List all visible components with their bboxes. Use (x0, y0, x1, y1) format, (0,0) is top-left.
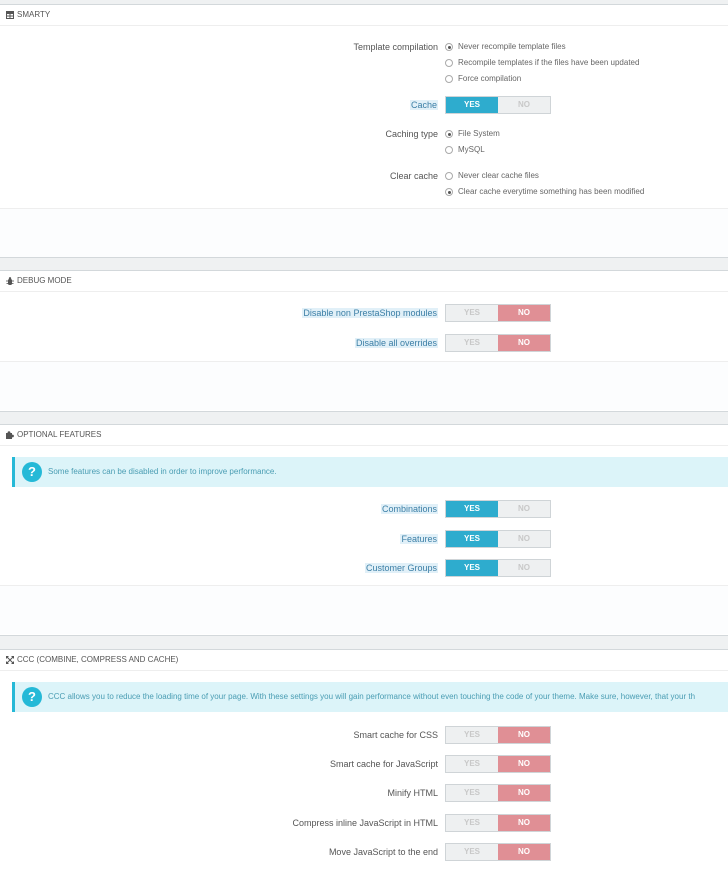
features-label: Features (400, 533, 438, 545)
clear-cache-label: Clear cache (389, 171, 438, 181)
disable-modules-label: Disable non PrestaShop modules (302, 307, 438, 319)
compress-inline-js-switch[interactable]: YES NO (445, 814, 551, 832)
cache-switch[interactable]: YES NO (445, 96, 551, 114)
alert-text: Some features can be disabled in order t… (48, 467, 277, 476)
smarty-panel-title: SMARTY (17, 10, 51, 19)
radio-dot[interactable] (445, 188, 453, 196)
cache-label-text: Cache (409, 100, 438, 110)
radio-dot[interactable] (445, 146, 453, 154)
switch-no[interactable]: NO (498, 785, 550, 801)
debug-panel: DEBUG MODE Disable non PrestaShop module… (0, 270, 728, 412)
disable-overrides-label-text: Disable all overrides (354, 338, 438, 348)
switch-no[interactable]: NO (498, 844, 550, 860)
radio-dot[interactable] (445, 172, 453, 180)
optional-features-panel-heading: OPTIONAL FEATURES (0, 425, 728, 446)
switch-no[interactable]: NO (498, 756, 550, 772)
radio-label: MySQL (458, 145, 485, 154)
radio-dot[interactable] (445, 43, 453, 51)
radio-label: Force compilation (458, 74, 522, 83)
caching-type-label: Caching type (385, 129, 438, 139)
switch-no[interactable]: NO (498, 335, 550, 351)
combinations-label: Combinations (380, 503, 438, 515)
switch-yes[interactable]: YES (446, 785, 498, 801)
customer-groups-label-text: Customer Groups (364, 563, 438, 573)
radio-label: File System (458, 129, 500, 138)
disable-modules-label-text: Disable non PrestaShop modules (302, 308, 438, 318)
radio-label: Clear cache everytime something has been… (458, 187, 645, 196)
radio-dot[interactable] (445, 59, 453, 67)
switch-no[interactable]: NO (498, 97, 550, 113)
optional-features-panel-footer (0, 585, 728, 634)
switch-yes[interactable]: YES (446, 727, 498, 743)
move-js-label: Move JavaScript to the end (328, 847, 438, 857)
compress-inline-js-label: Compress inline JavaScript in HTML (292, 818, 438, 828)
smarty-panel-heading: SMARTY (0, 5, 728, 26)
disable-overrides-label: Disable all overrides (354, 337, 438, 349)
smarty-panel: SMARTY Template compilation Never recomp… (0, 4, 728, 258)
switch-no[interactable]: NO (498, 531, 550, 547)
bug-icon (6, 277, 14, 285)
switch-yes[interactable]: YES (446, 531, 498, 547)
smart-cache-js-switch[interactable]: YES NO (445, 755, 551, 773)
switch-yes[interactable]: YES (446, 97, 498, 113)
puzzle-icon (6, 431, 14, 439)
ccc-panel-title: CCC (COMBINE, COMPRESS AND CACHE) (17, 655, 179, 664)
radio-label: Recompile templates if the files have be… (458, 58, 640, 67)
combinations-label-text: Combinations (380, 504, 438, 514)
smart-cache-css-label: Smart cache for CSS (353, 730, 438, 740)
radio-label: Never clear cache files (458, 171, 539, 180)
customer-groups-switch[interactable]: YES NO (445, 559, 551, 577)
debug-panel-title: DEBUG MODE (17, 276, 72, 285)
smarty-panel-footer (0, 208, 728, 257)
features-switch[interactable]: YES NO (445, 530, 551, 548)
disable-modules-switch[interactable]: YES NO (445, 304, 551, 322)
switch-no[interactable]: NO (498, 501, 550, 517)
minify-html-switch[interactable]: YES NO (445, 784, 551, 802)
question-icon: ? (22, 462, 42, 482)
switch-yes[interactable]: YES (446, 815, 498, 831)
switch-no[interactable]: NO (498, 727, 550, 743)
debug-panel-footer (0, 361, 728, 410)
cache-label: Cache (409, 99, 438, 111)
fullscreen-icon (6, 656, 14, 664)
switch-yes[interactable]: YES (446, 501, 498, 517)
debug-panel-heading: DEBUG MODE (0, 271, 728, 292)
ccc-panel-heading: CCC (COMBINE, COMPRESS AND CACHE) (0, 650, 728, 671)
question-icon: ? (22, 687, 42, 707)
customer-groups-label: Customer Groups (364, 562, 438, 574)
minify-html-label: Minify HTML (387, 788, 438, 798)
table-icon (6, 11, 14, 19)
switch-no[interactable]: NO (498, 560, 550, 576)
switch-yes[interactable]: YES (446, 844, 498, 860)
radio-dot[interactable] (445, 130, 453, 138)
ccc-alert: ? CCC allows you to reduce the loading t… (12, 682, 728, 712)
optional-features-alert: ? Some features can be disabled in order… (12, 457, 728, 487)
smart-cache-css-switch[interactable]: YES NO (445, 726, 551, 744)
disable-overrides-switch[interactable]: YES NO (445, 334, 551, 352)
switch-yes[interactable]: YES (446, 756, 498, 772)
switch-yes[interactable]: YES (446, 305, 498, 321)
radio-label: Never recompile template files (458, 42, 566, 51)
combinations-switch[interactable]: YES NO (445, 500, 551, 518)
switch-no[interactable]: NO (498, 815, 550, 831)
smart-cache-js-label: Smart cache for JavaScript (329, 759, 438, 769)
ccc-panel: CCC (COMBINE, COMPRESS AND CACHE) ? CCC … (0, 649, 728, 870)
switch-no[interactable]: NO (498, 305, 550, 321)
radio-dot[interactable] (445, 75, 453, 83)
alert-text: CCC allows you to reduce the loading tim… (48, 692, 696, 701)
switch-yes[interactable]: YES (446, 335, 498, 351)
features-label-text: Features (400, 534, 438, 544)
template-compilation-label: Template compilation (353, 42, 438, 52)
optional-features-panel: OPTIONAL FEATURES ? Some features can be… (0, 424, 728, 636)
switch-yes[interactable]: YES (446, 560, 498, 576)
optional-features-panel-title: OPTIONAL FEATURES (17, 430, 102, 439)
move-js-switch[interactable]: YES NO (445, 843, 551, 861)
